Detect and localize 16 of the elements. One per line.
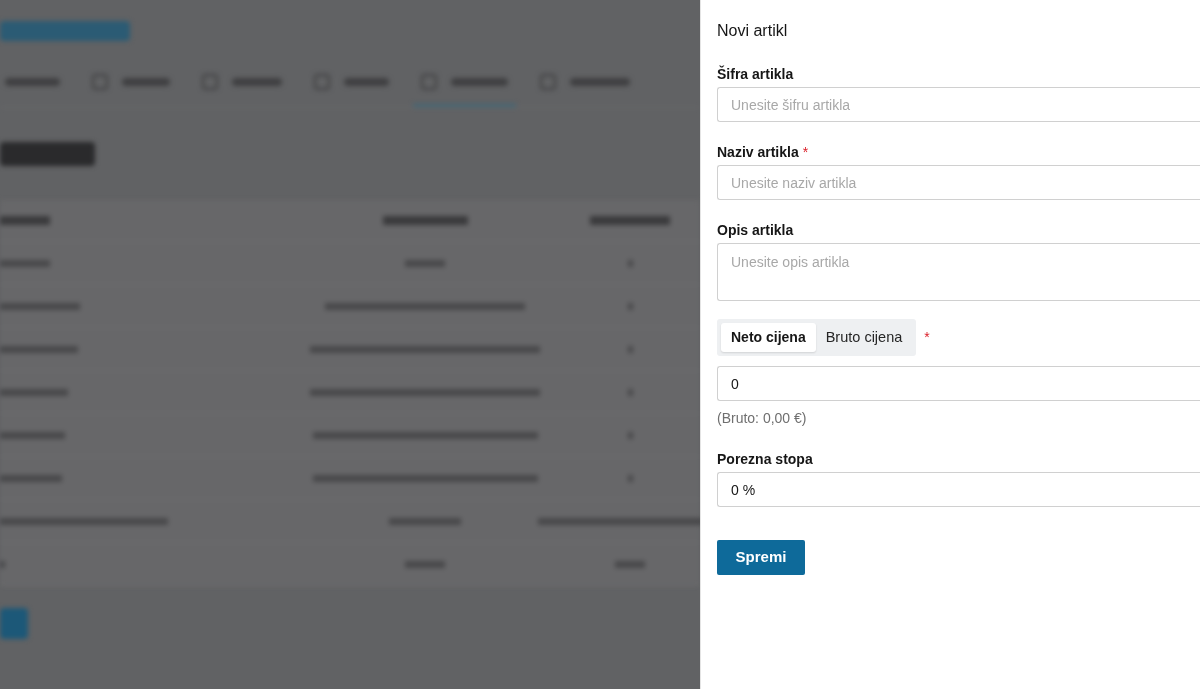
field-label: Porezna stopa bbox=[717, 450, 813, 468]
input-field[interactable]: Unesite naziv artikla bbox=[717, 165, 1200, 200]
field-label: Naziv artikla bbox=[717, 143, 799, 161]
textarea-field[interactable]: Unesite opis artikla bbox=[717, 243, 1200, 301]
required-asterisk: * bbox=[802, 143, 809, 161]
price-input-field[interactable]: 0 bbox=[717, 366, 1200, 401]
gross-price-hint: (Bruto: 0,00 €) bbox=[717, 409, 808, 427]
toggle-tab[interactable]: Neto cijena bbox=[721, 323, 816, 352]
input-field[interactable]: Unesite šifru artikla bbox=[717, 87, 1200, 122]
toggle-tab[interactable]: Bruto cijena bbox=[815, 323, 913, 352]
field-label: Šifra artikla bbox=[717, 65, 794, 83]
required-asterisk: * bbox=[924, 328, 930, 347]
save-button[interactable]: Spremi bbox=[717, 540, 805, 575]
field-label: Opis artikla bbox=[717, 221, 794, 239]
drawer-title: Novi artikl bbox=[717, 21, 789, 41]
input-field[interactable]: 0 % bbox=[717, 472, 1200, 507]
